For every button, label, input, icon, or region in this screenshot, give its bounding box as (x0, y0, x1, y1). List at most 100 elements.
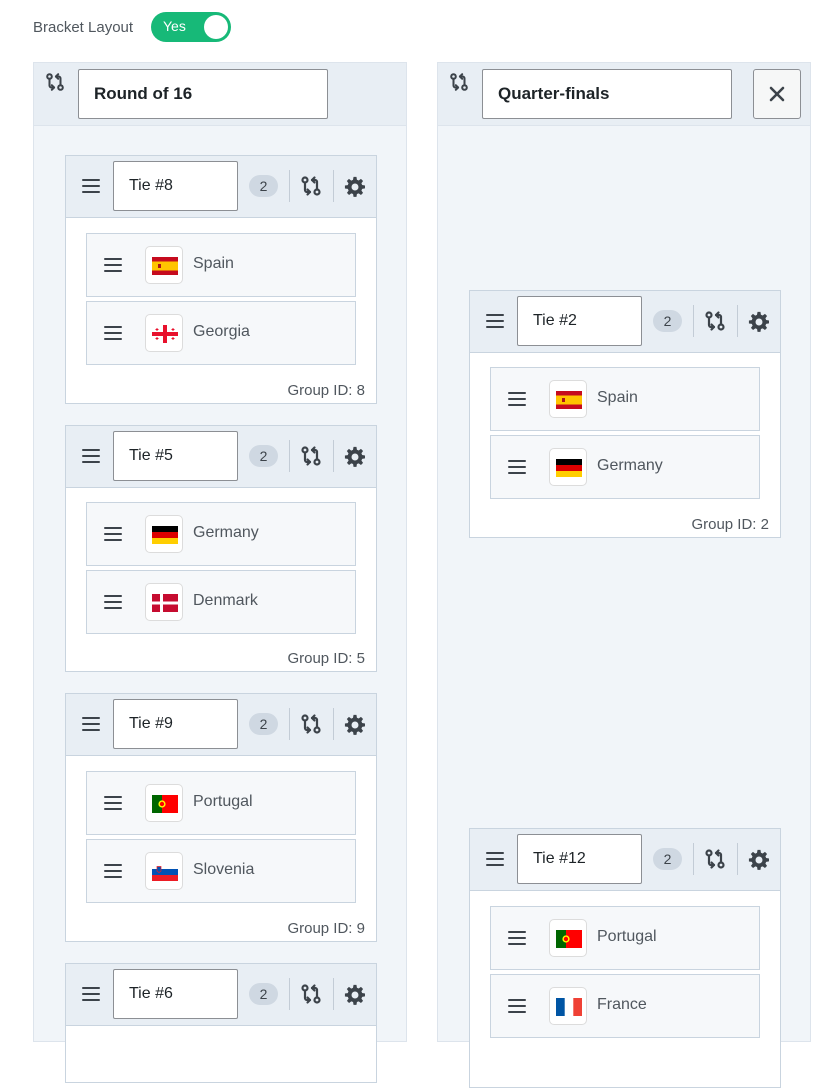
tie-name-input[interactable] (113, 161, 238, 211)
drag-handle-icon[interactable] (104, 862, 122, 880)
tie-card: 2 Germany Denmark Group ID: 5 (65, 425, 377, 672)
flag-frame (145, 784, 183, 822)
divider (737, 305, 738, 337)
team-count-badge: 2 (249, 175, 278, 197)
tie-header: 2 (66, 426, 376, 488)
drag-handle-icon[interactable] (508, 929, 526, 947)
france-flag-icon (556, 998, 582, 1016)
swap-icon[interactable] (299, 174, 323, 198)
team-count-badge: 2 (653, 848, 682, 870)
round-header (438, 63, 810, 126)
gear-icon[interactable] (748, 849, 770, 871)
tie-name-input[interactable] (113, 699, 238, 749)
drag-handle-icon[interactable] (508, 997, 526, 1015)
team-count-badge: 2 (249, 445, 278, 467)
flag-frame (145, 852, 183, 890)
team-name: Slovenia (193, 861, 255, 878)
drag-handle-icon[interactable] (104, 256, 122, 274)
drag-handle-icon[interactable] (104, 794, 122, 812)
denmark-flag-icon (152, 594, 178, 612)
drag-handle-icon[interactable] (486, 850, 504, 868)
team-name: France (597, 996, 647, 1013)
drag-handle-icon[interactable] (82, 177, 100, 195)
team-name: Georgia (193, 323, 250, 340)
bracket-layout-row: Bracket Layout Yes (33, 12, 231, 42)
tie-card: 2 Spain Germany Group ID: 2 (469, 290, 781, 538)
tie-name-input[interactable] (113, 431, 238, 481)
drag-handle-icon[interactable] (486, 312, 504, 330)
group-id-label: Group ID: 9 (287, 920, 365, 937)
toggle-state-text: Yes (163, 18, 186, 34)
team-row[interactable]: Germany (490, 435, 760, 499)
flag-frame (549, 987, 587, 1025)
team-count-badge: 2 (653, 310, 682, 332)
tie-header: 2 (66, 156, 376, 218)
divider (737, 843, 738, 875)
divider (693, 843, 694, 875)
drag-handle-icon[interactable] (104, 324, 122, 342)
team-name: Germany (193, 524, 259, 541)
swap-icon[interactable] (299, 982, 323, 1006)
flag-frame (549, 380, 587, 418)
gear-icon[interactable] (344, 176, 366, 198)
tie-header: 2 (470, 829, 780, 891)
gear-icon[interactable] (344, 446, 366, 468)
gear-icon[interactable] (344, 714, 366, 736)
toggle-knob (204, 15, 228, 39)
team-row[interactable]: Spain (490, 367, 760, 431)
round-header (34, 63, 406, 126)
tie-name-input[interactable] (113, 969, 238, 1019)
swap-icon[interactable] (299, 444, 323, 468)
swap-icon[interactable] (44, 71, 66, 93)
bracket-layout-toggle[interactable]: Yes (151, 12, 231, 42)
tie-name-input[interactable] (517, 296, 642, 346)
swap-icon[interactable] (299, 712, 323, 736)
round-column-quarter-finals: 2 Spain Germany Group ID: 2 2 (437, 62, 811, 1088)
gear-icon[interactable] (748, 311, 770, 333)
divider (333, 170, 334, 202)
swap-icon[interactable] (703, 847, 727, 871)
team-row[interactable]: Portugal (86, 771, 356, 835)
slovenia-flag-icon (152, 863, 178, 881)
group-id-label: Group ID: 5 (287, 650, 365, 667)
team-name: Portugal (193, 793, 253, 810)
germany-flag-icon (152, 526, 178, 544)
gear-icon[interactable] (344, 984, 366, 1006)
tie-card: 2 Spain Georgia Group ID: 8 (65, 155, 377, 404)
drag-handle-icon[interactable] (508, 458, 526, 476)
tie-header: 2 (66, 964, 376, 1026)
remove-round-button[interactable] (753, 69, 801, 119)
team-row[interactable]: Slovenia (86, 839, 356, 903)
flag-frame (549, 919, 587, 957)
drag-handle-icon[interactable] (82, 715, 100, 733)
drag-handle-icon[interactable] (508, 390, 526, 408)
team-name: Portugal (597, 928, 657, 945)
divider (333, 440, 334, 472)
team-count-badge: 2 (249, 983, 278, 1005)
germany-flag-icon (556, 459, 582, 477)
team-row[interactable]: Portugal (490, 906, 760, 970)
swap-icon[interactable] (703, 309, 727, 333)
team-name: Germany (597, 457, 663, 474)
round-title-input[interactable] (78, 69, 328, 119)
group-id-label: Group ID: 8 (287, 382, 365, 399)
tie-name-input[interactable] (517, 834, 642, 884)
team-row[interactable]: Denmark (86, 570, 356, 634)
team-row[interactable]: France (490, 974, 760, 1038)
georgia-flag-icon (152, 325, 178, 343)
team-row[interactable]: Germany (86, 502, 356, 566)
tie-card: 2 Portugal France (469, 828, 781, 1088)
team-name: Spain (193, 255, 234, 272)
team-row[interactable]: Spain (86, 233, 356, 297)
portugal-flag-icon (152, 795, 178, 813)
drag-handle-icon[interactable] (82, 447, 100, 465)
flag-frame (145, 314, 183, 352)
drag-handle-icon[interactable] (104, 525, 122, 543)
round-title-input[interactable] (482, 69, 732, 119)
drag-handle-icon[interactable] (82, 985, 100, 1003)
team-row[interactable]: Georgia (86, 301, 356, 365)
drag-handle-icon[interactable] (104, 593, 122, 611)
flag-frame (145, 583, 183, 621)
team-count-badge: 2 (249, 713, 278, 735)
swap-icon[interactable] (448, 71, 470, 93)
